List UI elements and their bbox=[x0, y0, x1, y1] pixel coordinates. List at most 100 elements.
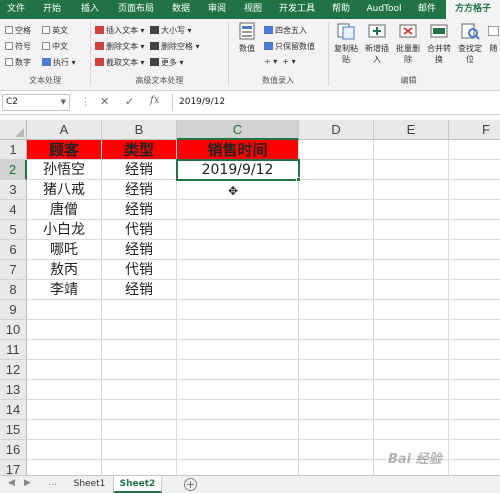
tab-page-layout[interactable]: 页面布局 bbox=[110, 0, 162, 19]
operator-buttons[interactable]: ÷ ▾ + ▾ bbox=[264, 57, 296, 66]
grid-cell[interactable] bbox=[449, 400, 500, 420]
grid-cell[interactable] bbox=[449, 360, 500, 380]
grid-cell[interactable] bbox=[299, 140, 374, 160]
grid-cell[interactable] bbox=[102, 340, 177, 360]
grid-cell[interactable] bbox=[449, 280, 500, 300]
grid-cell[interactable] bbox=[177, 300, 299, 320]
row-header-11[interactable]: 11 bbox=[0, 340, 27, 360]
grid-cell[interactable] bbox=[299, 440, 374, 460]
row-header-10[interactable]: 10 bbox=[0, 320, 27, 340]
row-header-1[interactable]: 1 bbox=[0, 140, 27, 160]
grid-cell[interactable] bbox=[27, 360, 102, 380]
select-all-corner[interactable] bbox=[0, 120, 27, 140]
grid-cell[interactable] bbox=[299, 420, 374, 440]
grid-cell[interactable] bbox=[299, 460, 374, 475]
grid-cell[interactable] bbox=[102, 440, 177, 460]
grid-cell[interactable] bbox=[177, 460, 299, 475]
grid-cell[interactable] bbox=[299, 400, 374, 420]
grid-cell[interactable] bbox=[374, 420, 449, 440]
grid-cell[interactable] bbox=[449, 140, 500, 160]
grid-cell[interactable] bbox=[299, 340, 374, 360]
tab-fangfanggezi[interactable]: 方方格子 bbox=[446, 0, 500, 19]
tab-home[interactable]: 开始 bbox=[34, 0, 70, 19]
grid-cell[interactable] bbox=[102, 380, 177, 400]
grid-cell[interactable] bbox=[177, 320, 299, 340]
chevron-down-icon[interactable]: ▼ bbox=[61, 95, 66, 110]
tab-audtool[interactable]: AudTool bbox=[360, 0, 408, 19]
row-header-9[interactable]: 9 bbox=[0, 300, 27, 320]
grid-cell[interactable] bbox=[177, 220, 299, 240]
column-header-e[interactable]: E bbox=[374, 120, 449, 140]
cell-b5[interactable]: 代销 bbox=[102, 220, 177, 240]
grid-cell[interactable] bbox=[27, 300, 102, 320]
cell-b6[interactable]: 经销 bbox=[102, 240, 177, 260]
grid-cell[interactable] bbox=[449, 200, 500, 220]
cell-b7[interactable]: 代销 bbox=[102, 260, 177, 280]
sheet-tab-sheet2[interactable]: Sheet2 bbox=[114, 476, 162, 493]
execute-button[interactable]: 执行 ▾ bbox=[42, 57, 76, 68]
grid-cell[interactable] bbox=[374, 400, 449, 420]
column-header-b[interactable]: B bbox=[102, 120, 177, 140]
grid-cell[interactable] bbox=[449, 180, 500, 200]
checkbox-english[interactable]: 英文 bbox=[42, 25, 68, 36]
grid-cell[interactable] bbox=[177, 200, 299, 220]
cell-a4[interactable]: 唐僧 bbox=[27, 200, 102, 220]
grid-cell[interactable] bbox=[299, 180, 374, 200]
grid-cell[interactable] bbox=[27, 400, 102, 420]
row-header-6[interactable]: 6 bbox=[0, 240, 27, 260]
grid-cell[interactable] bbox=[102, 400, 177, 420]
grid-cell[interactable] bbox=[177, 440, 299, 460]
grid-cell[interactable] bbox=[449, 240, 500, 260]
header-cell-customer[interactable]: 顾客 bbox=[27, 140, 102, 160]
copy-paste-button[interactable]: 复制粘贴 bbox=[331, 21, 361, 65]
grid-cell[interactable] bbox=[449, 220, 500, 240]
grid-cell[interactable] bbox=[449, 340, 500, 360]
grid-cell[interactable] bbox=[449, 380, 500, 400]
add-sheet-icon[interactable]: + bbox=[184, 478, 197, 491]
grid-cell[interactable] bbox=[102, 360, 177, 380]
grid-cell[interactable] bbox=[374, 280, 449, 300]
merge-convert-button[interactable]: 合并转换 bbox=[424, 21, 454, 65]
row-header-4[interactable]: 4 bbox=[0, 200, 27, 220]
tab-help[interactable]: 帮助 bbox=[324, 0, 358, 19]
cancel-icon[interactable]: ✕ bbox=[100, 95, 109, 108]
grid-cell[interactable] bbox=[27, 380, 102, 400]
grid-cell[interactable] bbox=[177, 340, 299, 360]
grid-cell[interactable] bbox=[177, 240, 299, 260]
column-header-c[interactable]: C bbox=[177, 120, 299, 140]
grid-cell[interactable] bbox=[177, 360, 299, 380]
grid-cell[interactable] bbox=[449, 260, 500, 280]
cell-b2[interactable]: 经销 bbox=[102, 160, 177, 180]
case-button[interactable]: 大小写 ▾ bbox=[150, 25, 192, 36]
grid-cell[interactable] bbox=[27, 340, 102, 360]
grid-cell[interactable] bbox=[374, 240, 449, 260]
tab-review[interactable]: 审阅 bbox=[200, 0, 234, 19]
grid-cell[interactable] bbox=[449, 440, 500, 460]
tab-mail[interactable]: 邮件 bbox=[410, 0, 444, 19]
grid-cell[interactable] bbox=[102, 460, 177, 475]
grid-cell[interactable] bbox=[299, 320, 374, 340]
grid-cell[interactable] bbox=[27, 440, 102, 460]
grid-cell[interactable] bbox=[299, 160, 374, 180]
grid-cell[interactable] bbox=[102, 320, 177, 340]
grid-cell[interactable] bbox=[27, 420, 102, 440]
grid-cell[interactable] bbox=[102, 300, 177, 320]
header-cell-sales-time[interactable]: 销售时间 bbox=[177, 140, 299, 160]
enter-icon[interactable]: ✓ bbox=[125, 95, 134, 108]
next-sheet-icon[interactable]: ▶ bbox=[24, 478, 31, 488]
cell-a8[interactable]: 李靖 bbox=[27, 280, 102, 300]
round-button[interactable]: 四舍五入 bbox=[264, 25, 307, 36]
row-header-2[interactable]: 2 bbox=[0, 160, 27, 180]
grid-cell[interactable] bbox=[27, 460, 102, 475]
row-header-17[interactable]: 17 bbox=[0, 460, 27, 475]
grid-cell[interactable] bbox=[177, 420, 299, 440]
grid-cell[interactable] bbox=[299, 200, 374, 220]
checkbox-number[interactable]: 数字 bbox=[5, 57, 31, 68]
grid-cell[interactable] bbox=[299, 260, 374, 280]
delete-text-button[interactable]: 删除文本 ▾ bbox=[95, 41, 145, 52]
row-header-12[interactable]: 12 bbox=[0, 360, 27, 380]
grid-cell[interactable] bbox=[27, 320, 102, 340]
fill-handle[interactable] bbox=[296, 177, 301, 182]
row-header-16[interactable]: 16 bbox=[0, 440, 27, 460]
row-header-8[interactable]: 8 bbox=[0, 280, 27, 300]
